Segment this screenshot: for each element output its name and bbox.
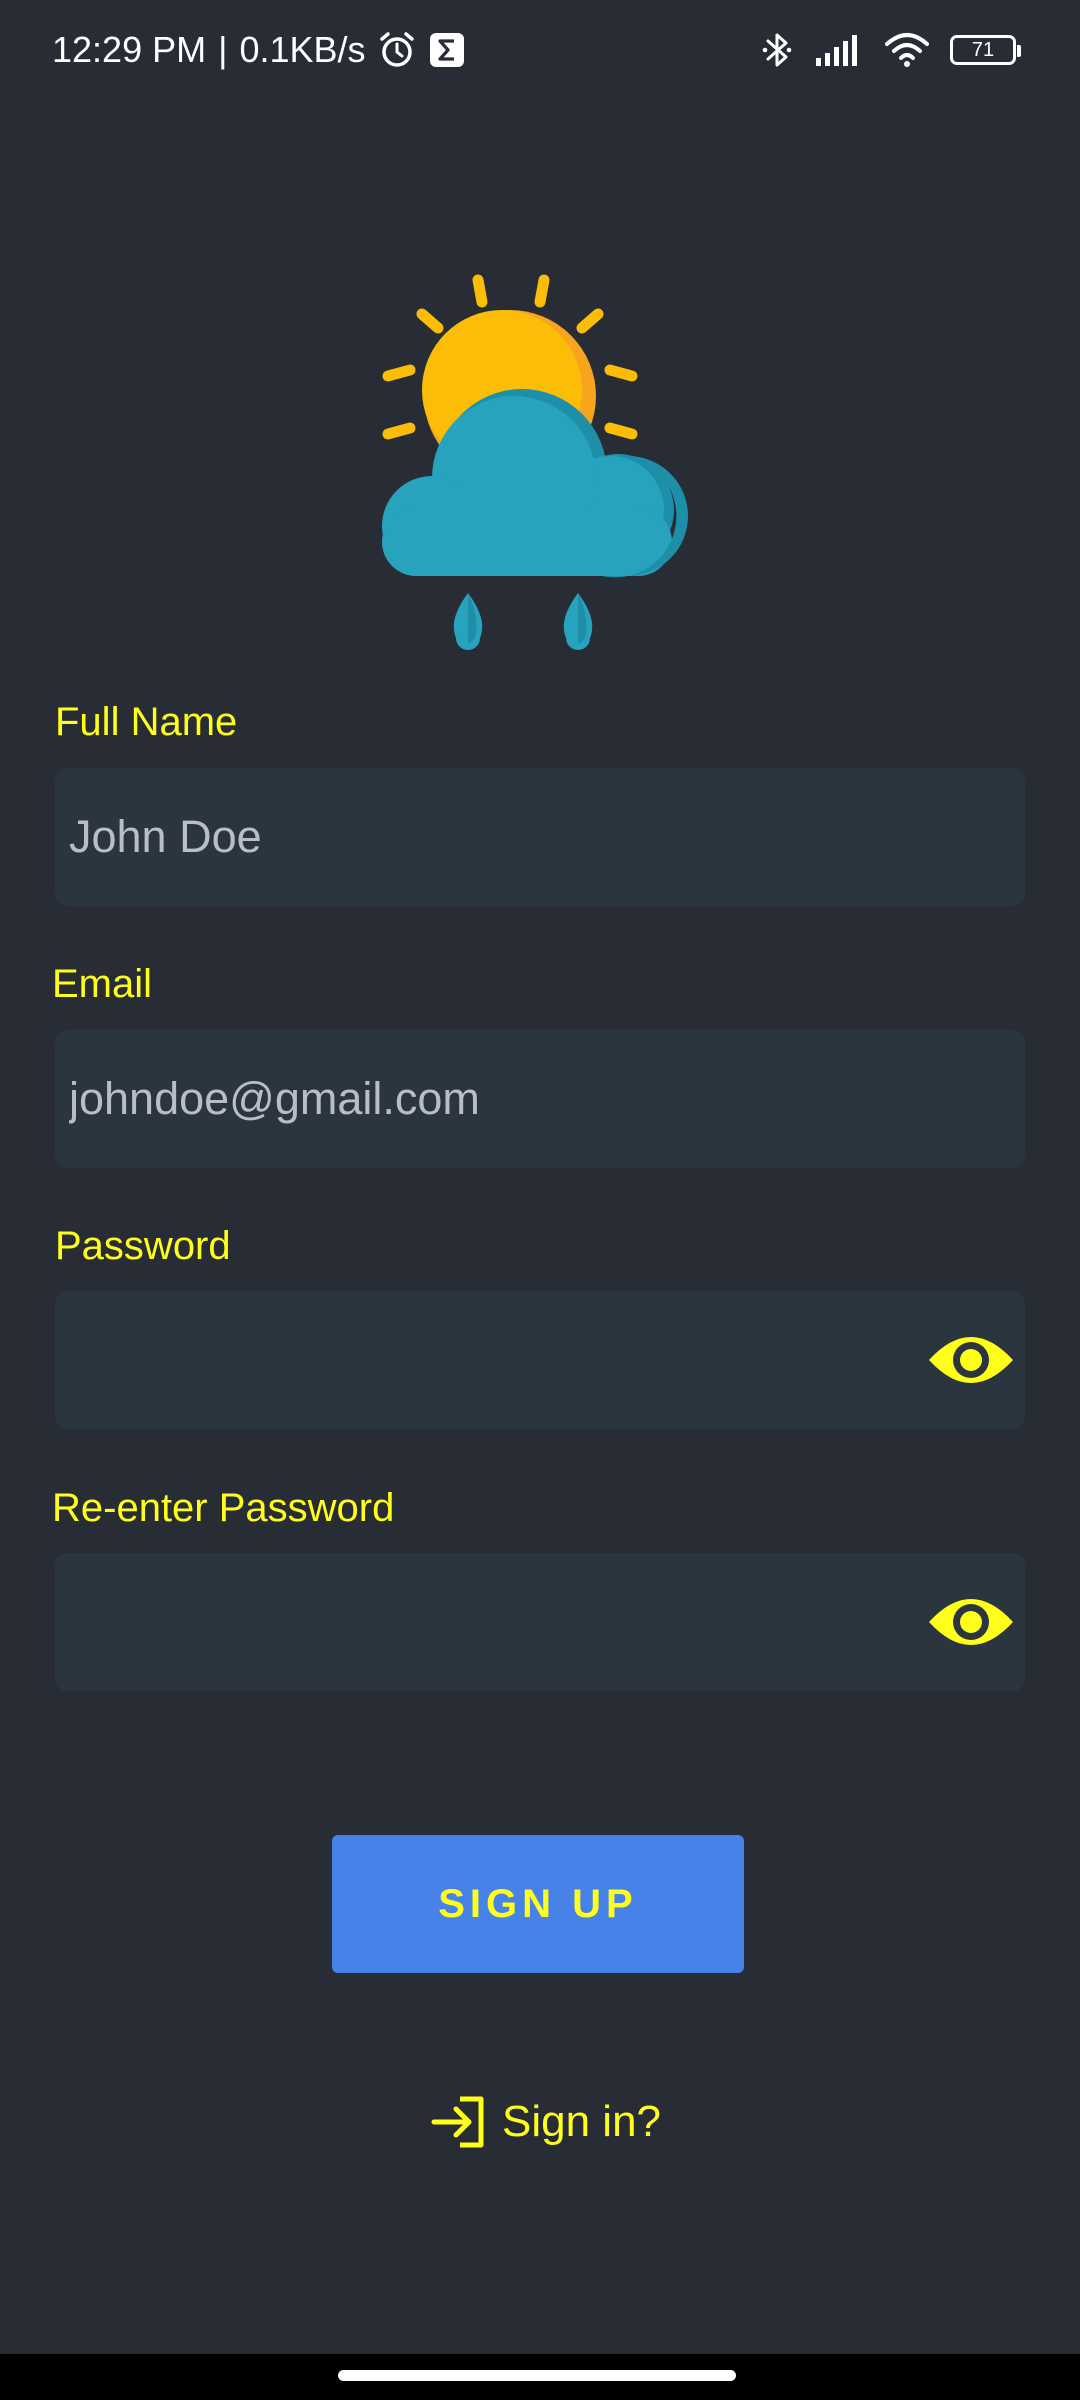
full-name-field[interactable] — [55, 768, 1025, 906]
network-speed: 0.1KB/s — [239, 29, 366, 70]
eye-icon — [929, 1599, 1013, 1645]
signal-icon — [814, 33, 864, 67]
wifi-icon — [884, 32, 930, 68]
app-logo — [370, 268, 710, 658]
battery-icon: 71 — [950, 35, 1021, 65]
home-indicator[interactable] — [338, 2370, 736, 2381]
full-name-label: Full Name — [55, 700, 238, 744]
login-arrow-icon — [431, 2096, 484, 2148]
signin-link[interactable]: Sign in? — [430, 2092, 661, 2152]
status-bar-right: 71 — [760, 26, 1021, 74]
status-bar: 12:29 PM | 0.1KB/s 71 — [0, 0, 1080, 100]
battery-level: 71 — [971, 38, 995, 61]
full-name-input[interactable] — [69, 768, 949, 906]
password-input[interactable] — [69, 1291, 869, 1429]
password-field[interactable] — [55, 1291, 1025, 1429]
status-separator: | — [218, 29, 228, 70]
confirm-password-input[interactable] — [69, 1553, 869, 1691]
email-input[interactable] — [69, 1030, 949, 1168]
password-visibility-toggle[interactable] — [927, 1328, 1015, 1392]
status-bar-left: 12:29 PM | 0.1KB/s — [52, 24, 466, 76]
confirm-password-label: Re-enter Password — [52, 1486, 395, 1530]
confirm-password-field[interactable] — [55, 1553, 1025, 1691]
eye-icon — [929, 1337, 1013, 1383]
weather-sun-cloud-rain-icon — [382, 274, 688, 650]
confirm-password-visibility-toggle[interactable] — [927, 1590, 1015, 1654]
signup-screen: 12:29 PM | 0.1KB/s 71 Full Name John Doe… — [0, 0, 1080, 2400]
bluetooth-icon — [760, 29, 794, 71]
status-time: 12:29 PM — [52, 29, 207, 70]
sigma-icon — [428, 31, 466, 69]
email-field[interactable] — [55, 1030, 1025, 1168]
signup-button[interactable]: SIGN UP — [332, 1835, 744, 1973]
navigation-bar — [0, 2354, 1080, 2400]
email-label: Email — [52, 962, 153, 1006]
alarm-icon — [378, 31, 416, 69]
password-label: Password — [55, 1224, 231, 1268]
signin-label: Sign in? — [502, 2097, 662, 2146]
